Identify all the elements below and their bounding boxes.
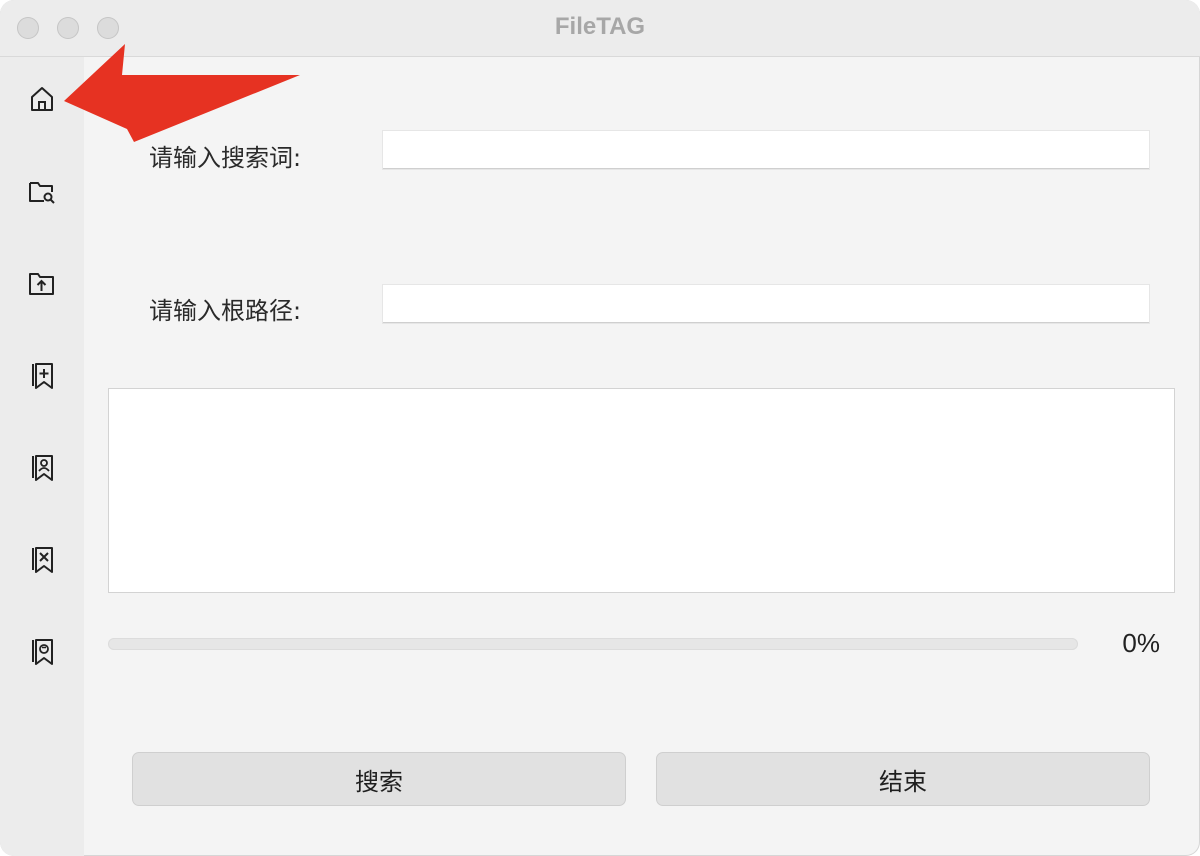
root-path-label: 请输入根路径: [149,297,302,325]
app-window: FileTAG 请输入搜索词: 请输入根路径: 0% 搜索 结束 [0,0,1200,856]
progress-percent: 0% [1122,628,1160,658]
progress-bar [108,638,1078,650]
window-title: FileTAG [554,13,646,40]
home-icon [31,87,53,111]
sidebar-item-folder-search[interactable] [20,169,64,213]
document-tag-icon [32,639,53,665]
sidebar [0,57,84,856]
document-delete-icon [32,547,53,573]
search-term-input[interactable] [383,131,1149,169]
document-person-icon [32,455,53,481]
sidebar-item-document-delete[interactable] [20,537,64,581]
sidebar-item-document-person[interactable] [20,445,64,489]
sidebar-item-home[interactable] [20,77,64,121]
sidebar-item-folder-upload[interactable] [20,261,64,305]
sidebar-item-document-tag[interactable] [20,629,64,673]
search-button[interactable]: 搜索 [132,752,626,806]
document-add-icon [32,363,53,389]
root-path-input[interactable] [383,285,1149,323]
folder-search-icon [29,182,55,204]
results-output-area[interactable] [108,388,1175,593]
title-bar: FileTAG [0,0,1200,57]
folder-upload-icon [29,273,54,295]
sidebar-item-document-add[interactable] [20,353,64,397]
end-button[interactable]: 结束 [656,752,1150,806]
search-term-label: 请输入搜索词: [149,144,302,172]
